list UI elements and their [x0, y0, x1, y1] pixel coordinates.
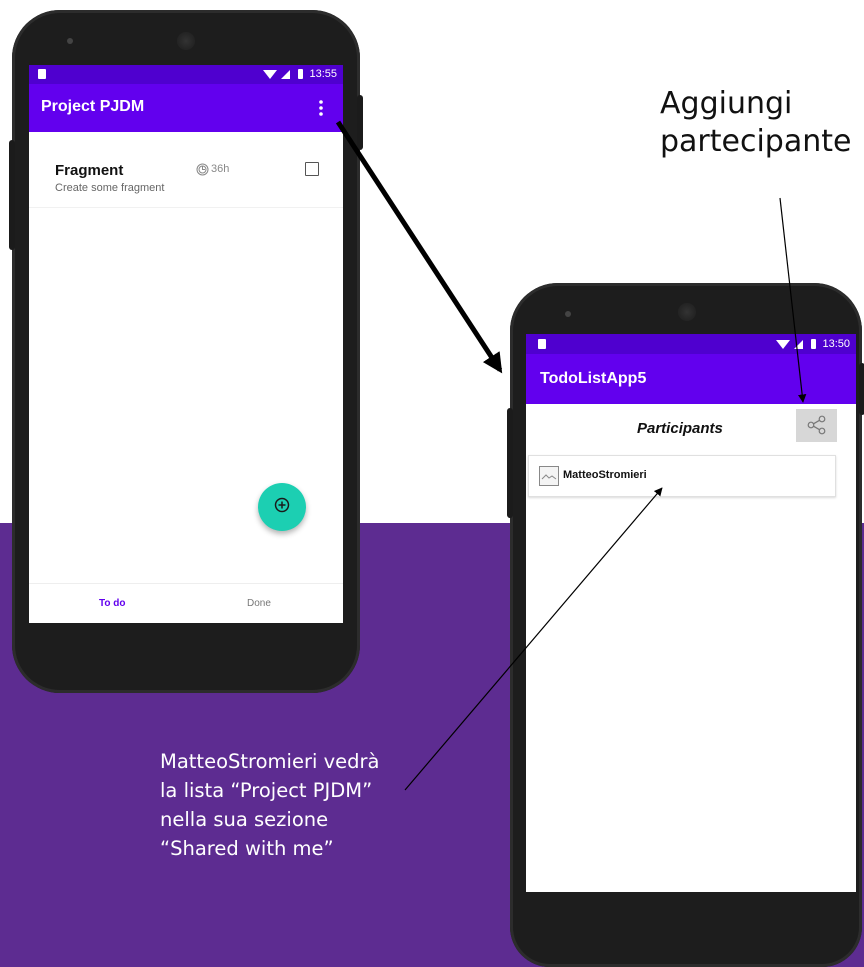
app-bar: TodoListApp5 — [526, 354, 856, 404]
front-camera — [67, 38, 73, 44]
speaker-grille — [177, 32, 195, 50]
tab-to-do[interactable]: To do — [99, 598, 125, 609]
task-checkbox[interactable] — [305, 162, 319, 176]
status-time: 13:55 — [309, 68, 337, 80]
app-title: TodoListApp5 — [540, 370, 647, 387]
share-icon — [806, 414, 828, 441]
left-screen: 13:55 Project PJDM Fragment Create some … — [29, 65, 343, 623]
add-participant-annotation: Aggiungi partecipante — [660, 85, 851, 161]
annotation-line: partecipante — [660, 124, 852, 159]
sd-card-icon — [38, 69, 46, 79]
more-vert-icon[interactable] — [319, 99, 323, 117]
add-circle-icon — [274, 497, 290, 518]
volume-button — [507, 408, 513, 518]
right-phone: 13:50 TodoListApp5 Participants MatteoSt… — [507, 283, 864, 967]
app-bar: Project PJDM — [29, 84, 343, 132]
wifi-icon — [263, 69, 278, 79]
power-button — [357, 95, 363, 150]
status-bar: 13:55 — [29, 65, 343, 84]
shared-note-annotation: MatteoStromieri vedrà la lista “Project … — [160, 747, 379, 863]
annotation-line: “Shared with me” — [160, 837, 334, 860]
speaker-grille — [678, 303, 696, 321]
annotation-line: nella sua sezione — [160, 808, 329, 831]
sd-card-icon — [538, 339, 546, 349]
annotation-line: Aggiungi — [660, 86, 793, 121]
signal-icon — [794, 339, 804, 349]
right-screen: 13:50 TodoListApp5 Participants MatteoSt… — [526, 334, 856, 892]
annotation-line: la lista “Project PJDM” — [160, 779, 373, 802]
signal-icon — [281, 69, 291, 79]
wifi-icon — [776, 339, 791, 349]
status-time: 13:50 — [822, 338, 850, 350]
participant-name: MatteoStromieri — [563, 469, 647, 481]
task-card[interactable]: Fragment Create some fragment 36h — [29, 135, 343, 208]
annotation-line: MatteoStromieri vedrà — [160, 750, 380, 773]
image-icon — [539, 466, 559, 486]
status-bar: 13:50 — [526, 334, 856, 354]
left-phone: 13:55 Project PJDM Fragment Create some … — [9, 10, 363, 693]
menu-to-app-arrow — [335, 120, 503, 374]
add-task-button[interactable] — [258, 483, 306, 531]
volume-button — [9, 140, 15, 250]
tab-done[interactable]: Done — [247, 598, 271, 609]
task-duration: 36h — [211, 163, 230, 175]
battery-icon — [811, 339, 817, 349]
clock-icon — [196, 163, 209, 176]
share-button[interactable] — [796, 409, 837, 442]
task-description: Create some fragment — [55, 182, 165, 194]
front-camera — [565, 311, 571, 317]
battery-icon — [298, 69, 304, 79]
power-button — [859, 363, 864, 415]
section-title: Participants — [637, 420, 723, 437]
participant-row[interactable]: MatteoStromieri — [528, 455, 836, 497]
task-title: Fragment — [55, 162, 124, 179]
app-title: Project PJDM — [41, 98, 145, 115]
bottom-tab-bar: To do Done — [29, 583, 343, 623]
